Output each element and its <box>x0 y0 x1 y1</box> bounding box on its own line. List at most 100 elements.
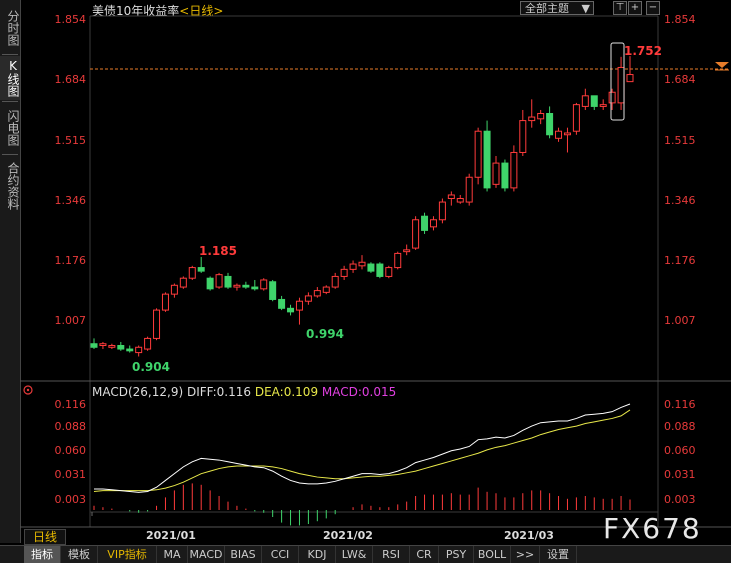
tab-lw[interactable]: LW& <box>336 546 373 563</box>
candle-body <box>278 298 286 309</box>
high-annotation: 1.752 <box>624 44 662 58</box>
tab-indicators[interactable]: 指标 <box>24 546 61 563</box>
candle-body <box>599 104 607 107</box>
macd-axis-label: 0.031 <box>54 468 87 481</box>
tab-templates[interactable]: 模板 <box>61 546 98 563</box>
candle-body <box>197 267 205 272</box>
candle-body <box>572 104 580 132</box>
candle-body <box>170 284 178 295</box>
diff-line <box>94 403 631 493</box>
macd-dea: DEA:0.109 <box>254 385 319 399</box>
candle-body <box>429 219 437 228</box>
date-label: 2021/01 <box>146 529 196 542</box>
tab-settings[interactable]: 设置 <box>540 546 577 563</box>
candle-body <box>153 309 161 339</box>
candle-body <box>546 113 554 136</box>
macd-header: MACD(26,12,9) DIFF:0.116 DEA:0.109 MACD:… <box>92 385 396 399</box>
candle-body <box>394 252 402 269</box>
candle-body <box>304 295 312 302</box>
candle-body <box>581 95 589 107</box>
candle-body <box>456 198 464 203</box>
macd-settings-icon-dot <box>26 388 30 392</box>
candle-body <box>617 66 625 104</box>
candle-body <box>358 261 366 267</box>
candle-body <box>501 162 509 189</box>
candle-body <box>447 194 455 200</box>
candle-body <box>331 275 339 288</box>
candle-body <box>403 249 411 253</box>
current-price-marker <box>715 62 729 68</box>
candle-body <box>206 277 214 290</box>
candle-body <box>242 284 250 288</box>
macd-axis-label: 0.003 <box>664 493 696 506</box>
candle-body <box>126 348 134 352</box>
candle-body <box>117 345 125 350</box>
candle-body <box>465 176 473 203</box>
tab-cci[interactable]: CCI <box>262 546 299 563</box>
jan-peak-annotation: 1.185 <box>199 244 237 258</box>
tab-more[interactable]: >> <box>511 546 540 563</box>
candle-body <box>349 263 357 270</box>
macd-axis-label: 0.060 <box>54 444 87 457</box>
date-label: 2021/03 <box>504 529 554 542</box>
candle-body <box>161 293 169 311</box>
tab-bias[interactable]: BIAS <box>225 546 262 563</box>
candle-body <box>144 337 152 350</box>
candle-body <box>251 286 259 290</box>
tab-macd[interactable]: MACD <box>188 546 225 563</box>
candle-body <box>376 263 384 277</box>
candle-body <box>99 343 107 347</box>
candle-body <box>563 132 571 136</box>
candle-body <box>313 290 321 297</box>
tab-kdj[interactable]: KDJ <box>299 546 336 563</box>
candle-body <box>260 279 268 290</box>
candle-body <box>412 219 420 249</box>
candle-body <box>188 267 196 279</box>
macd-axis-label: 0.088 <box>54 420 87 433</box>
candle-body <box>474 130 482 178</box>
candle-body <box>179 277 187 288</box>
macd-axis-label: 0.060 <box>664 444 696 457</box>
macd-value: MACD:0.015 <box>321 385 397 399</box>
indicator-toolbar: 指标 模板 VIP指标 MA MACD BIAS CCI KDJ LW& RSI… <box>0 545 731 563</box>
candle-body <box>224 275 232 288</box>
macd-diff: DIFF:0.116 <box>186 385 252 399</box>
tab-psy[interactable]: PSY <box>439 546 474 563</box>
tab-ma[interactable]: MA <box>157 546 188 563</box>
candle-body <box>590 95 598 107</box>
macd-axis-label: 0.031 <box>664 468 696 481</box>
tab-cr[interactable]: CR <box>410 546 439 563</box>
start-low-annotation: 0.904 <box>132 360 170 374</box>
candle-body <box>90 343 98 348</box>
candle-body <box>492 162 500 185</box>
candle-body <box>135 346 143 354</box>
macd-axis-label: 0.116 <box>664 398 696 411</box>
candle-body <box>367 263 375 272</box>
candle-body <box>626 74 634 83</box>
candle-body <box>108 345 116 348</box>
candle-body <box>269 281 277 300</box>
date-label: 2021/02 <box>323 529 373 542</box>
candle-body <box>483 130 491 189</box>
candle-body <box>608 91 616 104</box>
candle-group <box>90 56 634 357</box>
period-selector[interactable]: 日线 <box>24 529 66 545</box>
candle-body <box>233 284 241 288</box>
kline-chart[interactable] <box>0 0 731 545</box>
candle-body <box>287 307 295 313</box>
tab-rsi[interactable]: RSI <box>373 546 410 563</box>
tab-boll[interactable]: BOLL <box>474 546 511 563</box>
candle-body <box>519 120 527 153</box>
candle-body <box>510 151 518 189</box>
candle-body <box>385 267 393 277</box>
candle-body <box>340 268 348 277</box>
candle-body <box>295 300 303 311</box>
candle-body <box>215 274 223 288</box>
macd-group <box>93 403 631 526</box>
macd-axis-label: 0.003 <box>54 493 87 506</box>
candle-body <box>555 130 563 139</box>
candle-body <box>528 116 536 122</box>
macd-axis-label: 0.088 <box>664 420 696 433</box>
candle-body <box>537 113 545 120</box>
tab-vip-indicators[interactable]: VIP指标 <box>98 546 157 563</box>
